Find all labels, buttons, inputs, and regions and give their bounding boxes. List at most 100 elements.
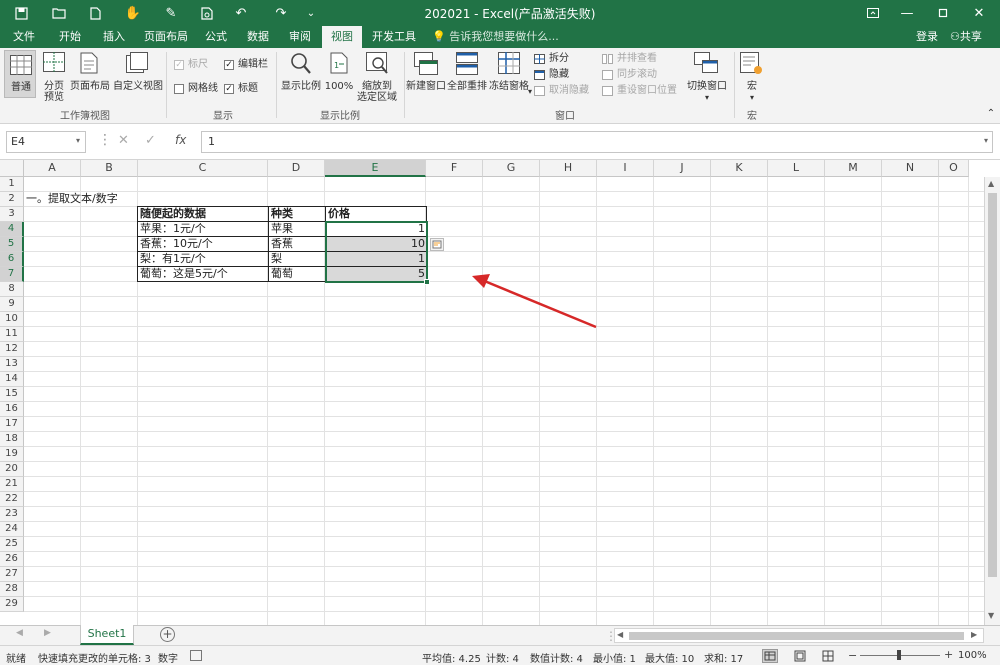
formula-bar-checkbox[interactable]: ✓	[224, 60, 234, 70]
header-kind[interactable]: 种类	[269, 207, 295, 221]
row-header-21[interactable]: 21	[0, 477, 24, 492]
column-header-h[interactable]: H	[540, 160, 597, 177]
vertical-scroll-thumb[interactable]	[988, 193, 997, 577]
add-sheet-icon[interactable]: +	[160, 627, 175, 642]
zoom-level[interactable]: 100%	[958, 650, 987, 661]
row-header-4[interactable]: 4	[0, 222, 24, 237]
cell-d5[interactable]: 香蕉	[269, 237, 325, 251]
row-header-8[interactable]: 8	[0, 282, 24, 297]
collapse-ribbon-icon[interactable]: ⌃	[985, 108, 997, 120]
cell-c5[interactable]: 香蕉：10元/个	[138, 237, 268, 251]
undo-icon[interactable]: ↶	[230, 3, 252, 23]
row-header-10[interactable]: 10	[0, 312, 24, 327]
scroll-down-icon[interactable]: ▼	[988, 611, 994, 620]
zoom-label[interactable]: 显示比例	[280, 81, 322, 93]
scroll-up-icon[interactable]: ▲	[988, 179, 994, 188]
expand-formula-icon[interactable]: ▾	[984, 136, 988, 145]
horizontal-scrollbar[interactable]: ◀ ▶	[614, 628, 984, 643]
enter-icon[interactable]: ✓	[145, 133, 156, 148]
touch-mode-icon[interactable]: ✋	[122, 3, 144, 23]
format-painter-icon[interactable]: ✎	[160, 3, 182, 23]
column-header-o[interactable]: O	[939, 160, 969, 177]
tab-home[interactable]: 开始	[52, 26, 88, 48]
column-header-l[interactable]: L	[768, 160, 825, 177]
row-header-9[interactable]: 9	[0, 297, 24, 312]
row-header-12[interactable]: 12	[0, 342, 24, 357]
zoom-100-label[interactable]: 100%	[324, 81, 354, 93]
header-data[interactable]: 随便起的数据	[138, 207, 208, 221]
row-header-14[interactable]: 14	[0, 372, 24, 387]
cell-c4[interactable]: 苹果：1元/个	[138, 222, 268, 236]
cancel-icon[interactable]: ✕	[118, 133, 129, 148]
row-header-6[interactable]: 6	[0, 252, 24, 267]
zoom-selection-icon[interactable]	[366, 52, 390, 79]
zoom-magnifier-icon[interactable]	[290, 52, 312, 79]
cell-d4[interactable]: 苹果	[269, 222, 325, 236]
sync-scroll-label[interactable]: 同步滚动	[617, 69, 657, 81]
fill-handle[interactable]	[424, 279, 430, 285]
prev-sheet-icon[interactable]: ◀	[16, 628, 23, 638]
column-header-c[interactable]: C	[138, 160, 268, 177]
tab-review[interactable]: 审阅	[282, 26, 318, 48]
column-header-n[interactable]: N	[882, 160, 939, 177]
tab-file[interactable]: 文件	[4, 26, 44, 48]
ruler-checkbox[interactable]: ✓	[174, 60, 184, 70]
customize-qat-icon[interactable]: ⌄	[300, 3, 322, 23]
arrange-all-label[interactable]: 全部重排	[446, 81, 488, 93]
row-header-15[interactable]: 15	[0, 387, 24, 402]
switch-windows-dropdown-icon[interactable]: ▾	[703, 92, 711, 104]
page-layout-icon[interactable]	[80, 52, 98, 77]
normal-view-button[interactable]: 普通	[4, 50, 36, 98]
row-header-18[interactable]: 18	[0, 432, 24, 447]
select-all-corner[interactable]	[0, 160, 24, 177]
side-by-side-icon[interactable]	[602, 54, 613, 67]
column-header-j[interactable]: J	[654, 160, 711, 177]
row-header-20[interactable]: 20	[0, 462, 24, 477]
horizontal-scroll-thumb[interactable]	[629, 632, 964, 640]
tab-insert[interactable]: 插入	[96, 26, 132, 48]
page-layout-status-icon[interactable]	[794, 650, 806, 665]
vertical-scrollbar[interactable]: ▲ ▼	[984, 177, 1000, 625]
page-layout-label[interactable]: 页面布局	[68, 81, 112, 93]
column-header-f[interactable]: F	[426, 160, 483, 177]
row-header-2[interactable]: 2	[0, 192, 24, 207]
hide-label[interactable]: 隐藏	[549, 69, 569, 81]
zoom-in-icon[interactable]: +	[944, 648, 953, 661]
new-file-icon[interactable]	[84, 3, 106, 23]
redo-icon[interactable]: ↷	[270, 3, 292, 23]
cell-a2[interactable]: 一。提取文本/数字	[24, 192, 120, 206]
row-header-27[interactable]: 27	[0, 567, 24, 582]
cell-c6[interactable]: 梨：有1元/个	[138, 252, 268, 266]
row-header-29[interactable]: 29	[0, 597, 24, 612]
freeze-dropdown-icon[interactable]: ▾	[526, 86, 534, 98]
login-link[interactable]: 登录	[916, 26, 938, 48]
scroll-right-icon[interactable]: ▶	[971, 630, 977, 639]
unhide-label[interactable]: 取消隐藏	[549, 85, 589, 97]
column-header-b[interactable]: B	[81, 160, 138, 177]
row-header-25[interactable]: 25	[0, 537, 24, 552]
row-header-7[interactable]: 7	[0, 267, 24, 282]
freeze-panes-label[interactable]: 冻结窗格	[488, 81, 530, 93]
row-header-24[interactable]: 24	[0, 522, 24, 537]
tab-developer[interactable]: 开发工具	[368, 26, 420, 48]
cell-d7[interactable]: 葡萄	[269, 267, 325, 281]
arrange-all-icon[interactable]	[456, 52, 478, 79]
column-header-a[interactable]: A	[24, 160, 81, 177]
formula-input[interactable]: 1	[201, 131, 993, 153]
column-header-m[interactable]: M	[825, 160, 882, 177]
column-header-d[interactable]: D	[268, 160, 325, 177]
hide-icon[interactable]	[534, 70, 545, 83]
row-header-23[interactable]: 23	[0, 507, 24, 522]
tab-data[interactable]: 数据	[240, 26, 276, 48]
unhide-icon[interactable]	[534, 86, 545, 99]
maximize-button[interactable]	[926, 2, 960, 24]
zoom-slider[interactable]	[860, 650, 940, 660]
column-header-e[interactable]: E	[325, 160, 426, 177]
custom-view-label[interactable]: 自定义视图	[112, 81, 164, 93]
row-header-16[interactable]: 16	[0, 402, 24, 417]
close-button[interactable]: ✕	[962, 2, 996, 24]
normal-view-status-icon[interactable]	[762, 649, 778, 663]
zoom-100-icon[interactable]: 1	[330, 52, 348, 77]
gridlines-checkbox[interactable]	[174, 84, 184, 94]
header-price[interactable]: 价格	[326, 207, 352, 221]
